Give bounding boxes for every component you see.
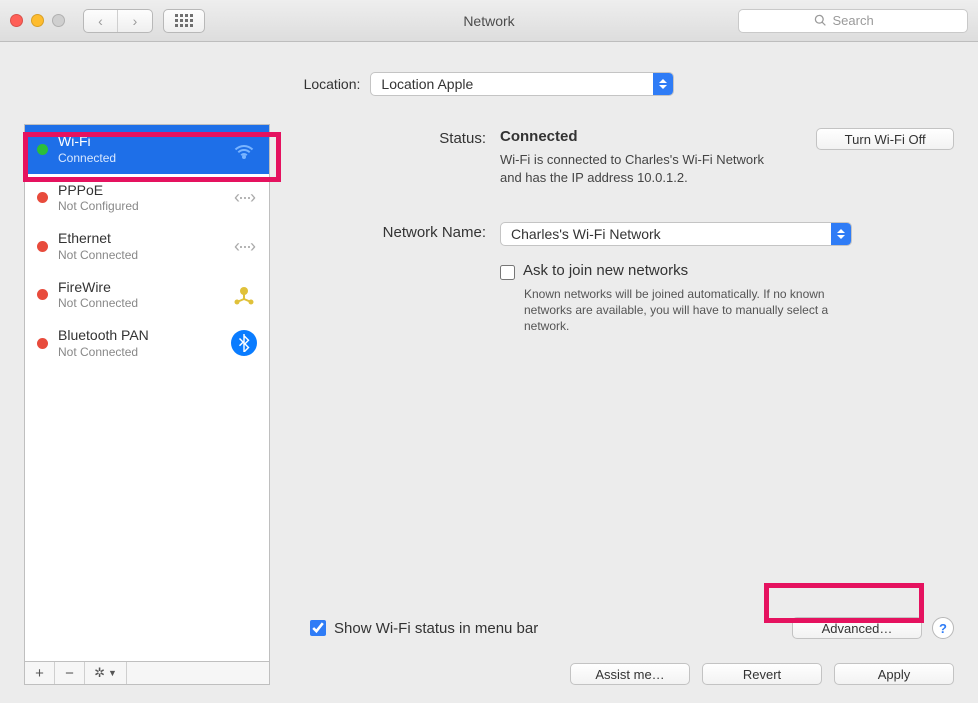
status-dot-icon bbox=[37, 144, 48, 155]
panel-bottom-row: Show Wi-Fi status in menu bar Advanced… … bbox=[310, 607, 954, 639]
assist-me-button[interactable]: Assist me… bbox=[570, 663, 690, 685]
location-label: Location: bbox=[304, 76, 361, 92]
window-title: Network bbox=[463, 13, 514, 29]
bluetooth-icon bbox=[229, 331, 259, 355]
service-status: Not Configured bbox=[58, 199, 139, 214]
search-input[interactable] bbox=[833, 13, 893, 28]
search-icon bbox=[814, 14, 827, 27]
wifi-icon bbox=[229, 137, 259, 161]
chevron-right-icon: › bbox=[133, 14, 138, 28]
grid-icon bbox=[175, 14, 193, 27]
status-value: Connected bbox=[500, 128, 578, 145]
service-actions-button[interactable]: ✲▼ bbox=[85, 662, 127, 684]
show-menubar-checkbox[interactable] bbox=[310, 620, 326, 636]
apply-button[interactable]: Apply bbox=[834, 663, 954, 685]
close-button[interactable] bbox=[10, 14, 23, 27]
ethernet-icon: ‹···› bbox=[229, 186, 259, 210]
service-item-bluetooth-pan[interactable]: Bluetooth PAN Not Connected bbox=[25, 319, 269, 368]
service-name: Ethernet bbox=[58, 230, 138, 248]
services-list: Wi-Fi Connected PPPoE Not Configured bbox=[24, 124, 270, 661]
status-dot-icon bbox=[37, 289, 48, 300]
revert-button[interactable]: Revert bbox=[702, 663, 822, 685]
titlebar: ‹ › Network bbox=[0, 0, 978, 42]
forward-button[interactable]: › bbox=[118, 10, 152, 32]
service-name: Wi-Fi bbox=[58, 133, 116, 151]
footer-buttons: Assist me… Revert Apply bbox=[310, 663, 954, 685]
status-dot-icon bbox=[37, 192, 48, 203]
show-all-button[interactable] bbox=[163, 9, 205, 33]
location-row: Location: Location Apple bbox=[24, 72, 954, 96]
service-name: FireWire bbox=[58, 279, 138, 297]
service-item-pppoe[interactable]: PPPoE Not Configured ‹···› bbox=[25, 174, 269, 223]
network-name-value: Charles's Wi-Fi Network bbox=[511, 226, 661, 242]
status-description: Wi-Fi is connected to Charles's Wi-Fi Ne… bbox=[500, 151, 786, 186]
add-service-button[interactable]: + bbox=[25, 662, 55, 684]
show-menubar-row[interactable]: Show Wi-Fi status in menu bar bbox=[310, 620, 538, 637]
location-select[interactable]: Location Apple bbox=[370, 72, 674, 96]
network-name-label: Network Name: bbox=[310, 222, 500, 241]
network-name-select[interactable]: Charles's Wi-Fi Network bbox=[500, 222, 852, 246]
service-name: PPPoE bbox=[58, 182, 139, 200]
detail-panel: Status: Connected Wi-Fi is connected to … bbox=[310, 124, 954, 685]
remove-service-button[interactable]: − bbox=[55, 662, 85, 684]
service-status: Not Connected bbox=[58, 248, 138, 263]
advanced-button[interactable]: Advanced… bbox=[792, 617, 922, 639]
service-item-wifi[interactable]: Wi-Fi Connected bbox=[25, 125, 269, 174]
services-toolbar: + − ✲▼ bbox=[24, 661, 270, 685]
content: Location: Location Apple Wi-Fi Connected bbox=[0, 42, 978, 703]
service-status: Connected bbox=[58, 151, 116, 166]
services-sidebar: Wi-Fi Connected PPPoE Not Configured bbox=[24, 124, 270, 685]
select-stepper-icon bbox=[653, 73, 673, 95]
location-value: Location Apple bbox=[381, 76, 473, 92]
show-menubar-label: Show Wi-Fi status in menu bar bbox=[334, 620, 538, 637]
ethernet-icon: ‹···› bbox=[229, 234, 259, 258]
service-item-firewire[interactable]: FireWire Not Connected bbox=[25, 271, 269, 320]
network-prefs-window: ‹ › Network Location: Location Apple bbox=[0, 0, 978, 703]
service-item-ethernet[interactable]: Ethernet Not Connected ‹···› bbox=[25, 222, 269, 271]
chevron-down-icon: ▼ bbox=[108, 668, 117, 678]
ask-join-label: Ask to join new networks bbox=[523, 262, 688, 279]
service-status: Not Connected bbox=[58, 296, 138, 311]
ask-join-description: Known networks will be joined automatica… bbox=[524, 286, 854, 335]
ask-join-checkbox[interactable] bbox=[500, 265, 515, 280]
status-label: Status: bbox=[310, 128, 500, 147]
nav-buttons: ‹ › bbox=[83, 9, 153, 33]
help-button[interactable]: ? bbox=[932, 617, 954, 639]
minimize-button[interactable] bbox=[31, 14, 44, 27]
search-field[interactable] bbox=[738, 9, 968, 33]
service-name: Bluetooth PAN bbox=[58, 327, 149, 345]
chevron-left-icon: ‹ bbox=[98, 14, 103, 28]
turn-wifi-off-button[interactable]: Turn Wi-Fi Off bbox=[816, 128, 954, 150]
traffic-lights bbox=[10, 14, 65, 27]
zoom-button[interactable] bbox=[52, 14, 65, 27]
service-status: Not Connected bbox=[58, 345, 149, 360]
main-row: Wi-Fi Connected PPPoE Not Configured bbox=[24, 124, 954, 685]
status-dot-icon bbox=[37, 338, 48, 349]
status-dot-icon bbox=[37, 241, 48, 252]
back-button[interactable]: ‹ bbox=[84, 10, 118, 32]
select-stepper-icon bbox=[831, 223, 851, 245]
gear-icon: ✲ bbox=[94, 665, 105, 681]
firewire-icon bbox=[229, 283, 259, 307]
